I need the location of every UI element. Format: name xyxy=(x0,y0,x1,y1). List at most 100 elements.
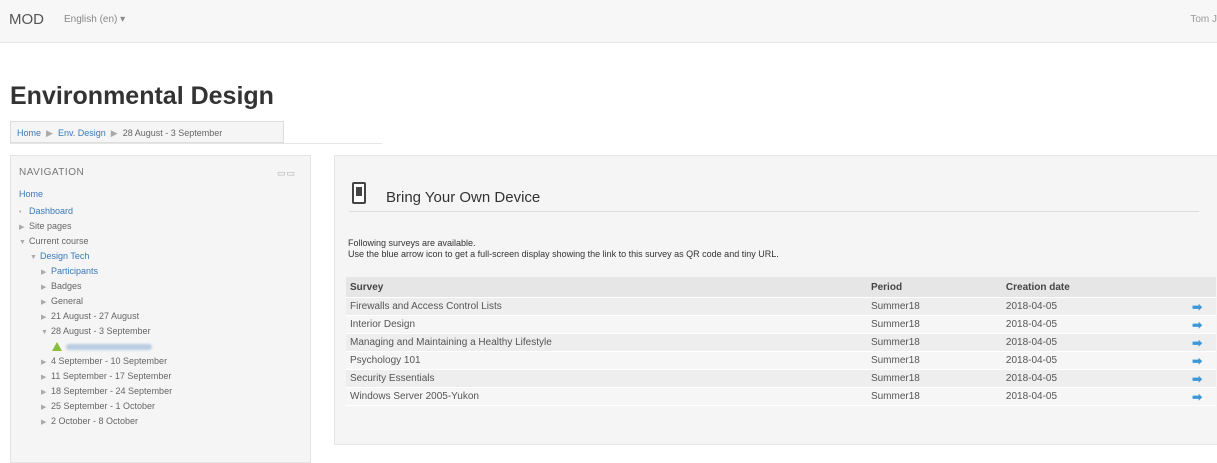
table-row: Interior Design Summer18 2018-04-05 ➡ xyxy=(346,315,1216,334)
table-row: Psychology 101 Summer18 2018-04-05 ➡ xyxy=(346,351,1216,370)
language-menu[interactable]: English (en) ▾ xyxy=(64,14,125,25)
nav-item-label: Site pages xyxy=(29,221,72,231)
show-qr-arrow-icon[interactable]: ➡ xyxy=(1192,390,1202,404)
expanded-arrow-icon: ▼ xyxy=(41,329,48,336)
divider xyxy=(10,143,382,144)
survey-cell: Managing and Maintaining a Healthy Lifes… xyxy=(346,333,867,352)
show-qr-arrow-icon[interactable]: ➡ xyxy=(1192,336,1202,350)
collapsed-arrow-icon: ▶ xyxy=(19,224,25,231)
nav-item-label: 25 September - 1 October xyxy=(51,401,156,411)
collapsed-arrow-icon: ▶ xyxy=(41,299,47,306)
intro-line: Use the blue arrow icon to get a full-sc… xyxy=(348,249,779,259)
show-qr-arrow-icon[interactable]: ➡ xyxy=(1192,318,1202,332)
nav-item-label: Participants xyxy=(51,266,99,276)
survey-table: Survey Period Creation date Firewalls an… xyxy=(346,277,1216,406)
nav-item-label: 28 August - 3 September xyxy=(51,326,151,336)
creation-date-cell: 2018-04-05 xyxy=(1001,333,1179,352)
block-controls-icon[interactable]: ▭▭ xyxy=(277,168,296,179)
period-cell: Summer18 xyxy=(866,333,1002,352)
action-cell: ➡ xyxy=(1178,387,1216,406)
breadcrumb-current[interactable]: 28 August - 3 September xyxy=(123,128,223,138)
period-cell: Summer18 xyxy=(866,297,1002,316)
nav-item-label: 18 September - 24 September xyxy=(51,386,173,396)
nav-item[interactable]: ▶ Site pages xyxy=(11,219,311,234)
column-header-survey[interactable]: Survey xyxy=(346,277,867,298)
nav-item[interactable]: ▼ Current course xyxy=(11,234,311,249)
survey-cell: Firewalls and Access Control Lists xyxy=(346,297,867,316)
nav-item[interactable]: ▶ 11 September - 17 September xyxy=(11,369,311,384)
collapsed-arrow-icon: ▶ xyxy=(41,374,47,381)
nav-item[interactable]: ▶ 21 August - 27 August xyxy=(11,309,311,324)
collapsed-arrow-icon: ▶ xyxy=(41,359,47,366)
nav-item-label: Current course xyxy=(29,236,89,246)
breadcrumb: Home ▶ Env. Design ▶ 28 August - 3 September xyxy=(10,121,284,143)
collapsed-arrow-icon: ▶ xyxy=(41,314,47,321)
action-cell: ➡ xyxy=(1178,351,1216,370)
nav-home-link[interactable]: Home xyxy=(19,189,43,199)
table-row: Firewalls and Access Control Lists Summer… xyxy=(346,297,1216,316)
navigation-title: NAVIGATION xyxy=(19,167,85,178)
action-cell: ➡ xyxy=(1178,333,1216,352)
nav-item[interactable]: ▶ Participants xyxy=(11,264,311,279)
action-cell: ➡ xyxy=(1178,369,1216,388)
survey-cell: Windows Server 2005-Yukon xyxy=(346,387,867,406)
nav-item[interactable]: ▼ Design Tech xyxy=(11,249,311,264)
nav-item[interactable]: ▶ 18 September - 24 September xyxy=(11,384,311,399)
table-row: Managing and Maintaining a Healthy Lifes… xyxy=(346,333,1216,352)
breadcrumb-home[interactable]: Home xyxy=(17,128,41,138)
table-row: Windows Server 2005-Yukon Summer18 2018-04… xyxy=(346,387,1216,406)
nav-item[interactable]: • Dashboard xyxy=(11,204,311,219)
show-qr-arrow-icon[interactable]: ➡ xyxy=(1192,372,1202,386)
intro-line: Following surveys are available. xyxy=(348,238,476,248)
action-cell: ➡ xyxy=(1178,297,1216,316)
column-header-creation-date[interactable]: Creation date xyxy=(1001,277,1179,298)
nav-item-label: General xyxy=(51,296,84,306)
survey-cell: Psychology 101 xyxy=(346,351,867,370)
nav-item-label: 4 September - 10 September xyxy=(51,356,168,366)
collapsed-arrow-icon: ▶ xyxy=(41,404,47,411)
nav-item-label: Badges xyxy=(51,281,82,291)
survey-activity-icon xyxy=(52,342,62,352)
nav-item[interactable]: ▶ 25 September - 1 October xyxy=(11,399,311,414)
table-row: Security Essentials Summer18 2018-04-05 ➡ xyxy=(346,369,1216,388)
expanded-arrow-icon: ▼ xyxy=(19,239,26,246)
action-cell: ➡ xyxy=(1178,315,1216,334)
nav-item-label: Dashboard xyxy=(29,206,74,216)
nav-item[interactable]: ▶ 2 October - 8 October xyxy=(11,414,311,429)
top-navbar: MOD English (en) ▾ Tom J xyxy=(0,0,1217,43)
byod-title: Bring Your Own Device xyxy=(386,189,541,206)
nav-item[interactable]: ▶ Badges xyxy=(11,279,311,294)
collapsed-arrow-icon: ▶ xyxy=(41,284,47,291)
survey-intro: Following surveys are available. Use the… xyxy=(348,238,779,260)
survey-cell: Security Essentials xyxy=(346,369,867,388)
nav-item[interactable] xyxy=(11,339,311,354)
nav-item-label: 2 October - 8 October xyxy=(51,416,139,426)
site-brand[interactable]: MOD xyxy=(9,11,44,28)
bullet-icon: • xyxy=(19,209,22,216)
user-menu[interactable]: Tom J xyxy=(1190,14,1217,25)
survey-cell: Interior Design xyxy=(346,315,867,334)
divider xyxy=(349,211,1199,212)
nav-item[interactable]: ▶ 4 September - 10 September xyxy=(11,354,311,369)
breadcrumb-course[interactable]: Env. Design xyxy=(58,128,106,138)
expanded-arrow-icon: ▼ xyxy=(30,254,37,261)
creation-date-cell: 2018-04-05 xyxy=(1001,315,1179,334)
nav-item-label: Design Tech xyxy=(40,251,90,261)
creation-date-cell: 2018-04-05 xyxy=(1001,387,1179,406)
column-header-period[interactable]: Period xyxy=(866,277,1002,298)
navigation-block: NAVIGATION ▭▭ Home • Dashboard ▶ Site pages… xyxy=(10,155,311,463)
page-title: Environmental Design xyxy=(10,82,274,110)
creation-date-cell: 2018-04-05 xyxy=(1001,297,1179,316)
nav-item-label: 21 August - 27 August xyxy=(51,311,140,321)
nav-item[interactable]: ▶ General xyxy=(11,294,311,309)
period-cell: Summer18 xyxy=(866,387,1002,406)
redacted-activity-link[interactable] xyxy=(66,343,152,350)
breadcrumb-separator: ▶ xyxy=(46,128,53,138)
show-qr-arrow-icon[interactable]: ➡ xyxy=(1192,300,1202,314)
period-cell: Summer18 xyxy=(866,369,1002,388)
creation-date-cell: 2018-04-05 xyxy=(1001,369,1179,388)
navigation-tree: • Dashboard ▶ Site pages ▼ Current course ▼ Des… xyxy=(11,204,311,429)
nav-item[interactable]: ▼ 28 August - 3 September xyxy=(11,324,311,339)
show-qr-arrow-icon[interactable]: ➡ xyxy=(1192,354,1202,368)
column-header-action xyxy=(1178,277,1216,298)
